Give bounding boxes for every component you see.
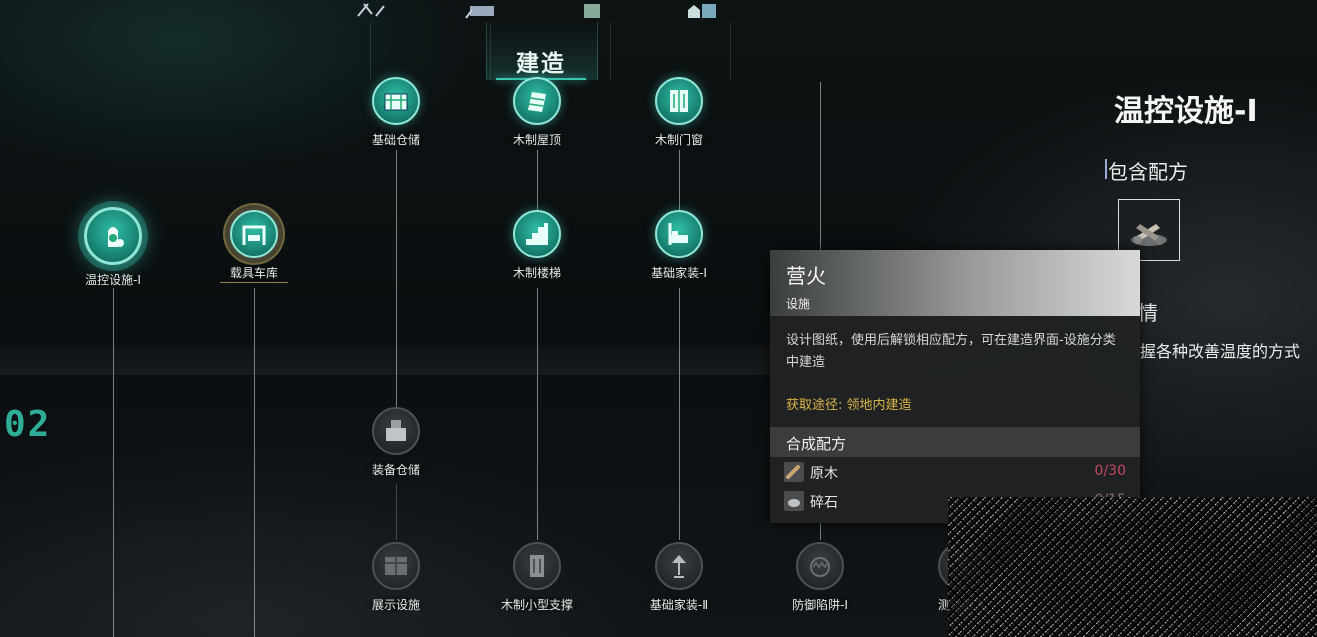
tooltip-craft-header: 合成配方 xyxy=(770,427,1140,457)
tab-divider xyxy=(730,22,731,80)
storage-icon xyxy=(372,77,420,125)
tree-connector xyxy=(113,288,114,637)
node-vehicle-garage[interactable]: 载具车库 xyxy=(184,210,324,283)
equipment-category-icon[interactable] xyxy=(570,0,614,20)
material-count: 0/30 xyxy=(1094,463,1126,479)
node-temperature-facility-1[interactable]: 温控设施-Ⅰ xyxy=(43,207,183,289)
support-icon xyxy=(513,542,561,590)
detail-subheading: 情 xyxy=(1138,301,1158,325)
display-case-icon xyxy=(372,542,420,590)
door-icon xyxy=(655,77,703,125)
heater-icon xyxy=(84,207,142,265)
recipes-heading: 包含配方 xyxy=(1105,156,1188,185)
tab-divider xyxy=(370,22,371,80)
log-icon xyxy=(784,462,804,482)
craft-heading: 合成配方 xyxy=(786,435,847,453)
material-name: 原木 xyxy=(810,466,838,482)
building-category-icon[interactable] xyxy=(680,0,724,20)
node-basic-storage[interactable]: 基础仓储 xyxy=(326,77,466,149)
tier-number: 02 xyxy=(4,404,52,445)
tree-connector xyxy=(537,150,538,210)
tree-connector xyxy=(396,150,397,410)
campfire-icon xyxy=(1131,224,1167,246)
tree-connector xyxy=(679,288,680,540)
tools-category-icon[interactable] xyxy=(350,0,394,20)
tree-connector xyxy=(537,288,538,540)
tooltip-source: 获取途径: 领地内建造 xyxy=(786,398,912,413)
node-wooden-stairs[interactable]: 木制楼梯 xyxy=(467,210,607,282)
garage-icon xyxy=(230,210,278,258)
tooltip-item-name: 营火 xyxy=(786,264,826,288)
node-basic-furnishing-2[interactable]: 基础家装-Ⅱ xyxy=(609,542,749,614)
node-defense-trap-1[interactable]: 防御陷阱-Ⅰ xyxy=(750,542,890,614)
node-wooden-door-window[interactable]: 木制门窗 xyxy=(609,77,749,149)
node-wooden-roof[interactable]: 木制屋顶 xyxy=(467,77,607,149)
stone-icon xyxy=(784,491,804,511)
tooltip-description: 设计图纸，使用后解锁相应配方，可在建造界面-设施分类中建造 xyxy=(786,333,1116,370)
crafting-category-icon[interactable] xyxy=(460,0,504,20)
tab-divider xyxy=(610,22,611,80)
tree-connector xyxy=(679,150,680,210)
tab-build-label: 建造 xyxy=(516,51,566,77)
tree-connector xyxy=(254,288,255,637)
roof-icon xyxy=(513,77,561,125)
material-row: 原木 0/30 xyxy=(784,460,1126,484)
bed-icon xyxy=(655,210,703,258)
item-tooltip: 营火 设施 设计图纸，使用后解锁相应配方，可在建造界面-设施分类中建造 获取途径… xyxy=(770,250,1140,523)
tooltip-item-category: 设施 xyxy=(786,297,811,311)
material-name: 碎石 xyxy=(810,495,838,511)
node-small-wooden-support[interactable]: 木制小型支撑 xyxy=(467,542,607,614)
node-basic-furnishing-1[interactable]: 基础家装-Ⅰ xyxy=(609,210,749,282)
tree-connector xyxy=(396,484,397,540)
stairs-icon xyxy=(513,210,561,258)
trap-icon xyxy=(796,542,844,590)
detail-description: 握各种改善温度的方式 xyxy=(1140,342,1301,361)
lamp-icon xyxy=(655,542,703,590)
node-display-facility[interactable]: 展示设施 xyxy=(326,542,466,614)
detail-title: 温控设施-Ⅰ xyxy=(1114,94,1258,129)
crate-icon xyxy=(372,407,420,455)
tooltip-header: 营火 设施 xyxy=(770,250,1140,316)
node-equipment-storage[interactable]: 装备仓储 xyxy=(326,407,466,479)
noise-overlay xyxy=(948,497,1317,637)
